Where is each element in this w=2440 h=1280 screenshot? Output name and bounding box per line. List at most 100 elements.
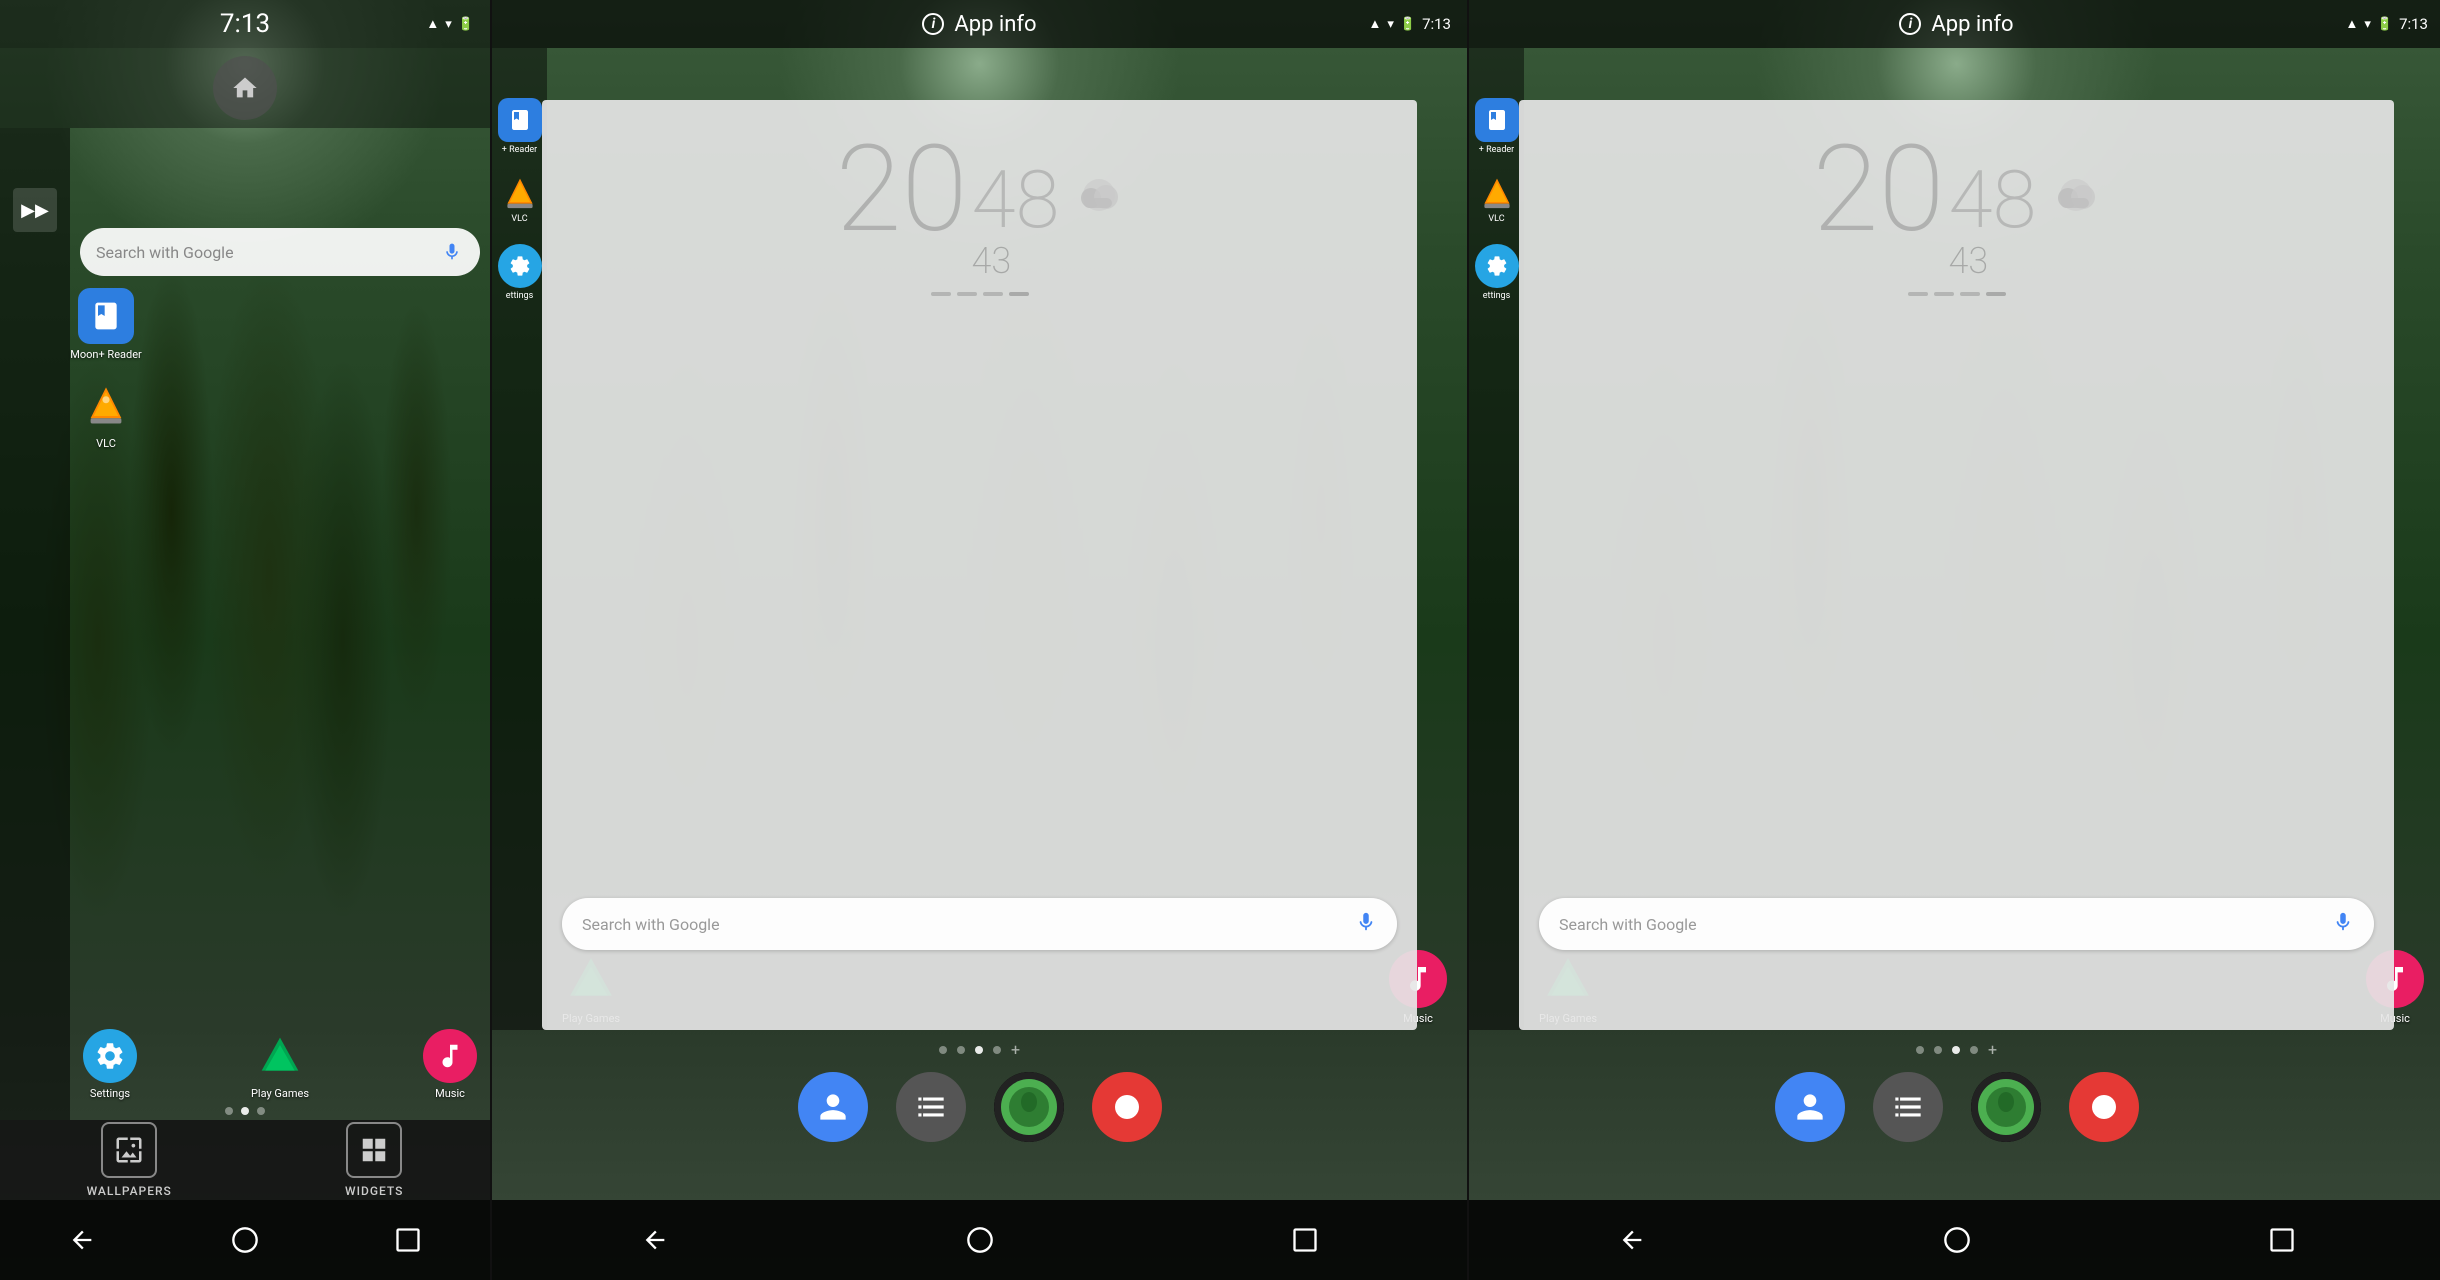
moon-reader-label: Moon+ Reader [70,348,142,361]
status-bar-p1: 7:13 ▲ ▾ 🔋 [0,0,490,48]
mic-icon-p1[interactable] [440,240,464,264]
status-icons-p3: ▲ ▾ 🔋 7:13 [2345,15,2428,33]
dock-dot-4-p2 [993,1046,1001,1054]
dock-record-p2[interactable] [1092,1072,1162,1142]
home-nav-btn-p3[interactable] [1933,1216,1981,1264]
battery-icon: 🔋 [458,17,474,32]
moon-reader-svg [90,300,122,332]
status-bar-segment [931,292,951,296]
signal-icon: ▲ [426,16,439,32]
dock-record-p3[interactable] [2069,1072,2139,1142]
back-icon-p3 [1618,1226,1646,1254]
partial-settings-label-p3: ettings [1483,291,1511,301]
partial-moon-p3: + Reader [1475,98,1519,155]
dot-3 [257,1107,265,1115]
partial-settings-svg-p2 [508,254,532,278]
overlay-mic-icon-p3[interactable] [2332,911,2354,937]
widgets-btn[interactable]: WIDGETS [345,1122,403,1198]
app-info-bar-p2: i App info ▲ ▾ 🔋 7:13 [492,0,1467,48]
music-icon-p1[interactable]: Music [414,1029,486,1100]
nav-bar-p2 [492,1200,1467,1280]
back-btn-p3[interactable] [1608,1216,1656,1264]
recent-btn-p1[interactable] [384,1216,432,1264]
partial-vlc-label-p3: VLC [1488,214,1504,224]
clock-right-p2: 48 43 [972,140,1060,282]
main-content-p1: Search with Google Moon+ Reader [70,128,490,1120]
wallpapers-svg [114,1135,144,1165]
status-seg-p3 [1986,292,2006,296]
launcher-icon-p3 [1889,1088,1927,1126]
recent-icon-p2 [1291,1226,1319,1254]
card-status-dots-p2 [931,292,1029,296]
partial-vlc-svg-p2 [502,175,538,211]
record-icon-p2 [1109,1089,1145,1125]
dot-1 [225,1107,233,1115]
home-nav-icon-p3 [1943,1226,1971,1254]
play-icon: ▶▶ [21,200,49,221]
home-button-area-p1[interactable] [0,48,490,128]
wifi-icon-p2: ▾ [1387,17,1394,32]
overlay-card-p2: 20 48 43 Search with G [542,100,1417,1030]
dock-launcher-p3[interactable] [1873,1072,1943,1142]
dock-dot-3-active-p3 [1952,1046,1960,1054]
back-btn-p1[interactable] [58,1216,106,1264]
overlay-search-p3[interactable]: Search with Google [1539,898,2374,950]
dock-p3: + [1469,1030,2440,1200]
back-btn-p2[interactable] [631,1216,679,1264]
status-icons-p2: ▲ ▾ 🔋 7:13 [1368,15,1451,33]
settings-svg [94,1040,126,1072]
launcher-icon-p2 [912,1088,950,1126]
wifi-icon-p3: ▾ [2364,17,2371,32]
play-games-icon[interactable]: Play Games [244,1029,316,1100]
weather-svg-p2 [1074,170,1124,220]
page-dots-p1 [0,1107,490,1115]
dock-avface-p3[interactable] [1971,1072,2041,1142]
overlay-mic-svg-p3 [2332,911,2354,933]
app-info-bar-p3: i App info ▲ ▾ 🔋 7:13 [1469,0,2440,48]
dock-launcher-p2[interactable] [896,1072,966,1142]
partial-vlc-p3: VLC [1479,175,1515,224]
search-bar-p1[interactable]: Search with Google [80,228,480,276]
time-p2: 7:13 [1422,15,1451,33]
play-games-svg [258,1034,302,1078]
wallpapers-icon [101,1122,157,1178]
settings-icon[interactable]: Settings [74,1029,146,1100]
partial-vlc-label-p2: VLC [511,214,527,224]
overlay-search-p2[interactable]: Search with Google [562,898,1397,950]
bottom-app-row-p1: Settings Play Games Musi [70,1029,490,1100]
clock-seconds-p3: 43 [1949,240,1989,282]
dock-apps-p2 [798,1072,1162,1142]
status-bar-segment [1009,292,1029,296]
avface-svg-p3 [1971,1072,2041,1142]
home-nav-btn-p1[interactable] [221,1216,269,1264]
recent-btn-p3[interactable] [2258,1216,2306,1264]
dock-dot-2-p3 [1934,1046,1942,1054]
clock-right-p3: 48 43 [1949,140,2037,282]
dock-dot-1-p2 [939,1046,947,1054]
home-nav-icon-p2 [966,1226,994,1254]
dock-contacts-p3[interactable] [1775,1072,1845,1142]
dock-avface-p2[interactable] [994,1072,1064,1142]
dock-contacts-p2[interactable] [798,1072,868,1142]
weather-svg-p3 [2051,170,2101,220]
partial-settings-svg-p3 [1485,254,1509,278]
vlc-svg [84,383,128,427]
signal-icon-p3: ▲ [2345,16,2358,32]
dock-dot-1-p3 [1916,1046,1924,1054]
overlay-mic-icon-p2[interactable] [1355,911,1377,937]
wallpapers-widgets-bar: WALLPAPERS WIDGETS [0,1120,490,1200]
overlay-card-p3: 20 48 43 Search with Googl [1519,100,2394,1030]
home-circle-p1[interactable] [213,56,277,120]
contacts-icon-p3 [1791,1088,1829,1126]
back-icon-p2 [641,1226,669,1254]
record-icon-p3 [2086,1089,2122,1125]
vlc-label: VLC [96,437,116,450]
partial-vlc-p2: VLC [502,175,538,224]
play-button-p1[interactable]: ▶▶ [13,188,57,232]
wallpapers-btn[interactable]: WALLPAPERS [87,1122,172,1198]
vlc-icon[interactable]: VLC [70,377,142,450]
home-nav-btn-p2[interactable] [956,1216,1004,1264]
status-seg-p3 [1960,292,1980,296]
recent-btn-p2[interactable] [1281,1216,1329,1264]
moon-reader-icon[interactable]: Moon+ Reader [70,288,142,361]
